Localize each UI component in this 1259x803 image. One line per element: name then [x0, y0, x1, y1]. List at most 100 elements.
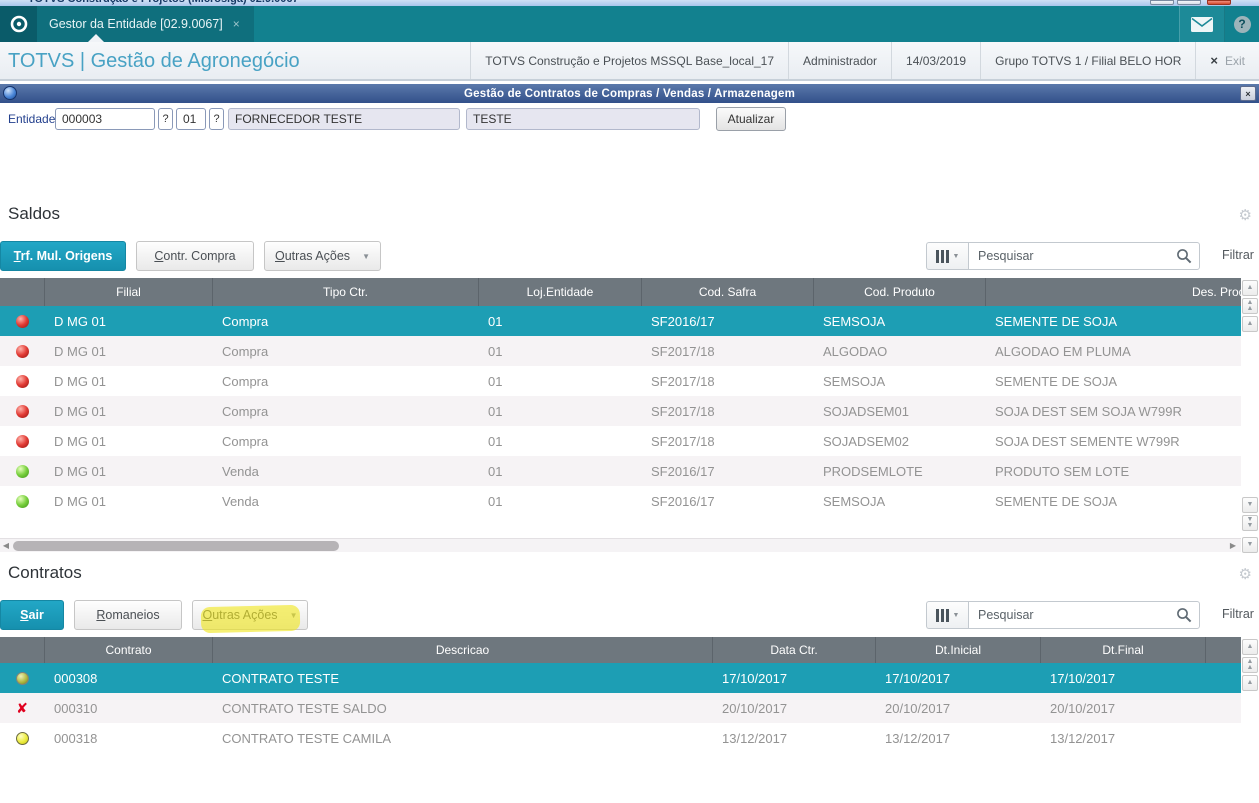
saldos-search-cluster: ▼ [926, 242, 1200, 270]
envelope-icon [1191, 16, 1213, 32]
contratos-columns-button[interactable]: ▼ [926, 601, 968, 629]
contr-compra-button[interactable]: Contr. Compra [136, 241, 254, 271]
saldos-outras-acoes-button[interactable]: Outras Ações ▼ [264, 241, 381, 271]
scroll-page-down-icon[interactable]: ▼ ▼ [1242, 515, 1258, 531]
entity-shortname-field [466, 108, 700, 130]
cell: SEMSOJA [823, 493, 886, 509]
table-row[interactable]: D MG 01 Compra 01 SF2017/18 SOJADSEM01 S… [0, 396, 1241, 426]
entity-store-lookup-button[interactable]: ? [209, 108, 224, 130]
cell: 17/10/2017 [1050, 670, 1116, 686]
table-row[interactable]: D MG 01 Venda 01 SF2016/17 SEMSOJA SEMEN… [0, 486, 1241, 516]
entity-store-input[interactable] [176, 108, 206, 130]
column-header-cod-safra[interactable]: Cod. Safra [641, 278, 813, 306]
scroll-left-icon[interactable]: ◀ [0, 541, 12, 550]
cell: CONTRATO TESTE CAMILA [222, 730, 392, 746]
cell: D MG 01 [54, 403, 107, 419]
cell: Compra [222, 313, 269, 329]
scroll-page-up-icon[interactable]: ▲ ▲ [1242, 657, 1258, 673]
column-header-dt-final[interactable]: Dt.Final [1040, 637, 1205, 663]
column-header-empty[interactable] [1205, 637, 1241, 663]
contratos-outras-acoes-button[interactable]: Outras Ações ▼ [192, 600, 308, 630]
trf-mul-origens-button[interactable]: Trf. Mul. Origens [0, 241, 126, 271]
column-header-descricao[interactable]: Descricao [212, 637, 712, 663]
saldos-gear-icon[interactable]: ⚙ [1239, 208, 1252, 223]
refresh-button[interactable]: Atualizar [716, 107, 786, 131]
cell: SOJA DEST SEMENTE W799R [995, 433, 1180, 449]
cell: SEMENTE DE SOJA [995, 313, 1118, 329]
minimize-button[interactable] [1150, 0, 1174, 5]
contratos-section-title: Contratos [8, 563, 82, 582]
scroll-up-icon[interactable]: ▲ [1242, 280, 1258, 296]
close-button[interactable] [1207, 0, 1231, 5]
search-icon[interactable] [1176, 607, 1192, 628]
contratos-filter-link[interactable]: Filtrar [1222, 607, 1254, 621]
entity-code-lookup-button[interactable]: ? [158, 108, 173, 130]
cell: Compra [222, 433, 269, 449]
mail-button[interactable] [1179, 6, 1225, 42]
totvs-logo-icon[interactable] [0, 6, 37, 42]
table-row[interactable]: D MG 01 Venda 01 SF2016/17 PRODSEMLOTE P… [0, 456, 1241, 486]
entity-code-input[interactable] [55, 108, 155, 130]
status-red-sphere-icon [15, 374, 29, 388]
status-green-sphere-icon [15, 494, 29, 508]
scroll-top-icon[interactable]: ▲ [1242, 316, 1258, 332]
cell: Venda [222, 463, 259, 479]
maximize-button[interactable] [1177, 0, 1201, 5]
column-header-filial[interactable]: Filial [44, 278, 212, 306]
table-row[interactable]: 000318 CONTRATO TESTE CAMILA 13/12/2017 … [0, 723, 1241, 753]
contratos-gear-icon[interactable]: ⚙ [1239, 567, 1252, 582]
horizontal-scroll-thumb[interactable] [13, 541, 339, 551]
search-icon[interactable] [1176, 248, 1192, 269]
table-row[interactable]: D MG 01 Compra 01 SF2017/18 ALGODAO ALGO… [0, 336, 1241, 366]
column-header-data-ctr[interactable]: Data Ctr. [712, 637, 875, 663]
sair-button[interactable]: Sair [0, 600, 64, 630]
logo-glyph-icon [10, 15, 27, 33]
saldos-filter-link[interactable]: Filtrar [1222, 248, 1254, 262]
table-row[interactable]: D MG 01 Compra 01 SF2017/18 SEMSOJA SEME… [0, 366, 1241, 396]
table-row[interactable]: D MG 01 Compra 01 SF2016/17 SEMSOJA SEME… [0, 306, 1241, 336]
romaneios-button[interactable]: Romaneios [74, 600, 182, 630]
active-tab-notch [88, 34, 104, 42]
date-label: 14/03/2019 [891, 42, 980, 79]
table-row[interactable]: D MG 01 Compra 01 SF2017/18 SOJADSEM02 S… [0, 426, 1241, 456]
column-header-loj-entidade[interactable]: Loj.Entidade [478, 278, 641, 306]
exit-x-icon: × [1210, 53, 1218, 68]
column-header-tipo-ctr[interactable]: Tipo Ctr. [212, 278, 478, 306]
dropdown-caret-icon: ▼ [289, 610, 298, 620]
app-brand-title: TOTVS | Gestão de Agronegócio [8, 50, 300, 72]
status-column-header[interactable] [0, 278, 44, 306]
exit-button[interactable]: × Exit [1195, 42, 1259, 79]
entity-label: Entidade [8, 112, 56, 126]
dialog-close-button[interactable]: × [1240, 86, 1256, 101]
cell: PRODUTO SEM LOTE [995, 463, 1130, 479]
contratos-search-input[interactable] [968, 601, 1200, 629]
saldos-search-input[interactable] [968, 242, 1200, 270]
column-header-cod-produto[interactable]: Cod. Produto [813, 278, 985, 306]
status-green-sphere-icon [15, 464, 29, 478]
help-button[interactable]: ? [1225, 6, 1259, 42]
status-red-sphere-icon [15, 404, 29, 418]
table-row[interactable]: 000308 CONTRATO TESTE 17/10/2017 17/10/2… [0, 663, 1241, 693]
column-header-contrato[interactable]: Contrato [44, 637, 212, 663]
saldos-columns-button[interactable]: ▼ [926, 242, 968, 270]
scroll-up-icon[interactable]: ▲ [1242, 639, 1258, 655]
cell: D MG 01 [54, 463, 107, 479]
column-header-dt-inicial[interactable]: Dt.Inicial [875, 637, 1040, 663]
column-header-des-produto[interactable]: Des. Produto [985, 278, 1241, 306]
cell: SF2016/17 [651, 313, 715, 329]
cell: Venda [222, 493, 259, 509]
header-meta: TOTVS Construção e Projetos MSSQL Base_l… [470, 42, 1259, 79]
scroll-top-icon[interactable]: ▲ [1242, 675, 1258, 691]
scroll-bottom-icon[interactable]: ▼ [1242, 537, 1258, 553]
scroll-right-icon[interactable]: ▶ [1227, 541, 1239, 550]
cell: 01 [488, 373, 503, 389]
scroll-down-icon[interactable]: ▼ [1242, 497, 1258, 513]
exit-label: Exit [1224, 53, 1245, 68]
status-column-header[interactable] [0, 637, 44, 663]
table-row[interactable]: 000310 CONTRATO TESTE SALDO 20/10/2017 2… [0, 693, 1241, 723]
cell [1205, 693, 1241, 723]
scroll-page-up-icon[interactable]: ▲ ▲ [1242, 298, 1258, 314]
cell: CONTRATO TESTE [222, 670, 340, 686]
tab-gestor-da-entidade[interactable]: Gestor da Entidade [02.9.0067] × [37, 6, 254, 42]
tab-close-icon[interactable]: × [233, 17, 240, 31]
